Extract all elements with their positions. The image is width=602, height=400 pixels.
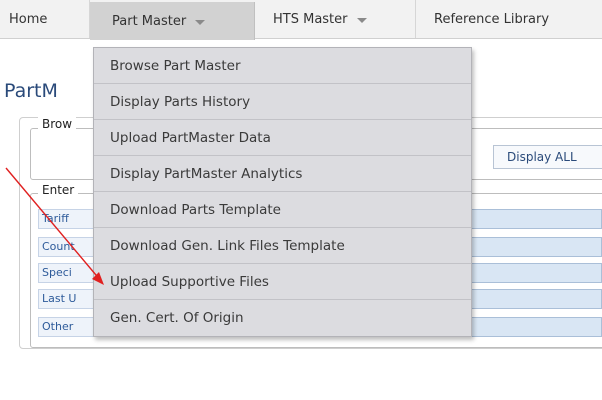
- browse-legend: Brow: [38, 117, 77, 131]
- enter-legend: Enter: [38, 183, 79, 197]
- tab-part-master-label: Part Master: [112, 13, 187, 29]
- page-title: PartM: [4, 80, 58, 102]
- chevron-down-icon: [195, 19, 206, 25]
- menu-item-download-gen-link-files-template[interactable]: Download Gen. Link Files Template: [94, 228, 471, 264]
- tab-hts-master[interactable]: HTS Master: [255, 0, 416, 38]
- tab-reference-library-label: Reference Library: [434, 11, 550, 27]
- menu-item-display-partmaster-analytics[interactable]: Display PartMaster Analytics: [94, 156, 471, 192]
- tab-part-master[interactable]: Part Master: [90, 2, 255, 40]
- top-nav: Home Part Master HTS Master Reference Li…: [0, 0, 602, 40]
- menu-item-display-parts-history[interactable]: Display Parts History: [94, 84, 471, 120]
- tab-reference-library[interactable]: Reference Library: [416, 0, 602, 38]
- part-master-dropdown: Browse Part Master Display Parts History…: [93, 47, 472, 337]
- tab-home-label: Home: [9, 11, 48, 27]
- chevron-down-icon: [356, 17, 367, 23]
- display-all-button[interactable]: Display ALL: [493, 145, 602, 169]
- tab-hts-master-label: HTS Master: [273, 11, 348, 27]
- menu-item-browse-part-master[interactable]: Browse Part Master: [94, 48, 471, 84]
- tab-home[interactable]: Home: [0, 0, 90, 38]
- menu-item-upload-supportive-files[interactable]: Upload Supportive Files: [94, 264, 471, 300]
- menu-item-upload-partmaster-data[interactable]: Upload PartMaster Data: [94, 120, 471, 156]
- menu-item-download-parts-template[interactable]: Download Parts Template: [94, 192, 471, 228]
- menu-item-gen-cert-of-origin[interactable]: Gen. Cert. Of Origin: [94, 300, 471, 336]
